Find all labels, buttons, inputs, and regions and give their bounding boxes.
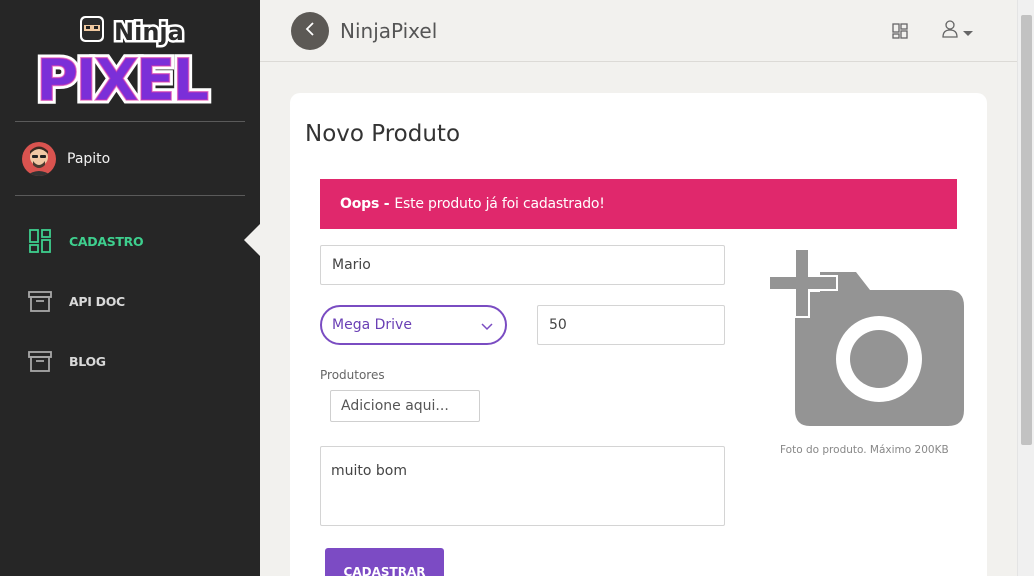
price-input[interactable]: 50: [537, 305, 725, 345]
avatar: [22, 142, 56, 176]
error-alert: Oops - Este produto já foi cadastrado!: [320, 179, 957, 229]
producers-label: Produtores: [320, 368, 385, 382]
sidebar-item-cadastro[interactable]: CADASTRO: [28, 227, 144, 255]
submit-label: CADASTRAR: [343, 565, 426, 576]
producers-placeholder: Adicione aqui...: [341, 398, 449, 414]
product-name-input[interactable]: Mario: [320, 245, 725, 285]
sidebar-item-blog[interactable]: BLOG: [28, 347, 106, 375]
user-icon: [942, 20, 958, 42]
active-indicator: [244, 224, 260, 256]
chevron-down-icon: [481, 319, 493, 335]
archive-icon: [28, 349, 52, 373]
sidebar-divider: [15, 121, 245, 122]
page-title: Novo Produto: [305, 121, 461, 147]
page-scrollbar[interactable]: [1017, 0, 1034, 576]
price-value: 50: [549, 317, 567, 333]
sidebar: Ninja PIXEL PIXEL Papito CADASTRO API DO…: [0, 0, 260, 576]
platform-value: Mega Drive: [332, 317, 412, 333]
photo-hint: Foto do produto. Máximo 200KB: [780, 444, 949, 456]
product-form-card: Novo Produto Oops - Este produto já foi …: [290, 93, 987, 576]
sidebar-item-api-doc[interactable]: API DOC: [28, 287, 125, 315]
add-photo-icon: [768, 248, 964, 432]
sidebar-divider: [15, 195, 245, 196]
dashboard-icon: [28, 229, 52, 253]
grid-icon[interactable]: [892, 23, 908, 39]
platform-select[interactable]: Mega Drive: [320, 305, 507, 345]
svg-text:Ninja: Ninja: [114, 18, 184, 46]
top-header: NinjaPixel: [260, 0, 1017, 62]
svg-text:PIXEL: PIXEL: [36, 46, 208, 108]
description-textarea[interactable]: muito bom: [320, 446, 725, 526]
caret-down-icon: [963, 22, 973, 41]
user-profile[interactable]: Papito: [22, 142, 110, 176]
app-title: NinjaPixel: [340, 19, 438, 43]
user-name: Papito: [67, 151, 111, 167]
alert-message: Este produto já foi cadastrado!: [394, 196, 605, 212]
sidebar-item-label: API DOC: [69, 293, 125, 309]
back-button[interactable]: [291, 12, 329, 50]
archive-icon: [28, 289, 52, 313]
submit-button[interactable]: CADASTRAR: [325, 548, 444, 576]
add-photo-button[interactable]: [768, 248, 964, 428]
sidebar-item-label: BLOG: [69, 353, 106, 369]
scrollbar-thumb[interactable]: [1021, 15, 1032, 445]
ninja-head-icon: [80, 16, 104, 42]
product-name-value: Mario: [332, 257, 371, 273]
chevron-left-icon: [304, 21, 316, 41]
sidebar-item-label: CADASTRO: [69, 233, 144, 249]
description-value: muito bom: [331, 463, 407, 479]
alert-strong: Oops -: [340, 196, 390, 212]
user-menu-button[interactable]: [942, 20, 973, 42]
producers-input[interactable]: Adicione aqui...: [330, 390, 480, 422]
ninjapixel-logo[interactable]: Ninja PIXEL PIXEL: [32, 12, 228, 118]
